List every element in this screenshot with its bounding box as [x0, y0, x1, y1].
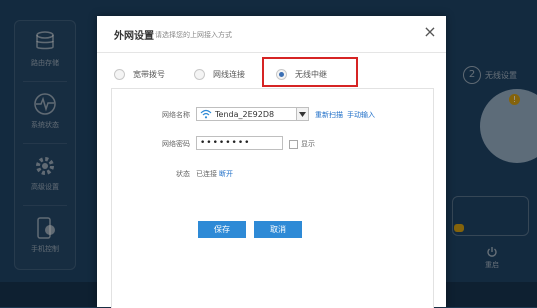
- dialog-subtitle: 请选择您的上网接入方式: [155, 31, 232, 39]
- manual-input-link[interactable]: 手动输入: [347, 110, 375, 120]
- radio-button[interactable]: [114, 68, 125, 80]
- wifi-icon: [200, 109, 212, 119]
- mode-label: 宽带拨号: [133, 69, 165, 79]
- close-icon[interactable]: ×: [422, 24, 438, 40]
- highlight-box: [262, 57, 358, 87]
- cancel-button[interactable]: 取消: [254, 221, 302, 238]
- status-value: 已连接: [196, 170, 217, 178]
- rescan-link[interactable]: 重新扫描: [315, 110, 343, 120]
- ssid-select[interactable]: Tenda_2E92D8: [196, 107, 309, 121]
- dialog-header: 外网设置 请选择您的上网接入方式 ×: [97, 16, 446, 53]
- status-label: 状态: [176, 170, 190, 178]
- disconnect-link[interactable]: 断开: [219, 169, 233, 179]
- show-password-checkbox[interactable]: [289, 140, 298, 149]
- mode-dhcp[interactable]: 网线连接: [194, 62, 245, 86]
- dialog-title: 外网设置: [114, 31, 154, 42]
- ssid-label: 网络名称: [162, 111, 190, 119]
- radio-button[interactable]: [194, 68, 205, 80]
- password-label: 网络密码: [162, 140, 190, 148]
- chevron-down-icon[interactable]: [296, 108, 308, 120]
- password-field[interactable]: ••••••••: [196, 136, 283, 150]
- mode-pppoe[interactable]: 宽带拨号: [114, 62, 165, 86]
- wan-settings-dialog: 外网设置 请选择您的上网接入方式 × 宽带拨号 网线连接 无线中继 网络名称 T…: [97, 16, 446, 308]
- settings-panel: [111, 88, 434, 308]
- mode-label: 网线连接: [213, 69, 245, 79]
- show-password-label: 显示: [301, 140, 315, 148]
- ssid-value: Tenda_2E92D8: [215, 109, 275, 119]
- save-button[interactable]: 保存: [198, 221, 246, 238]
